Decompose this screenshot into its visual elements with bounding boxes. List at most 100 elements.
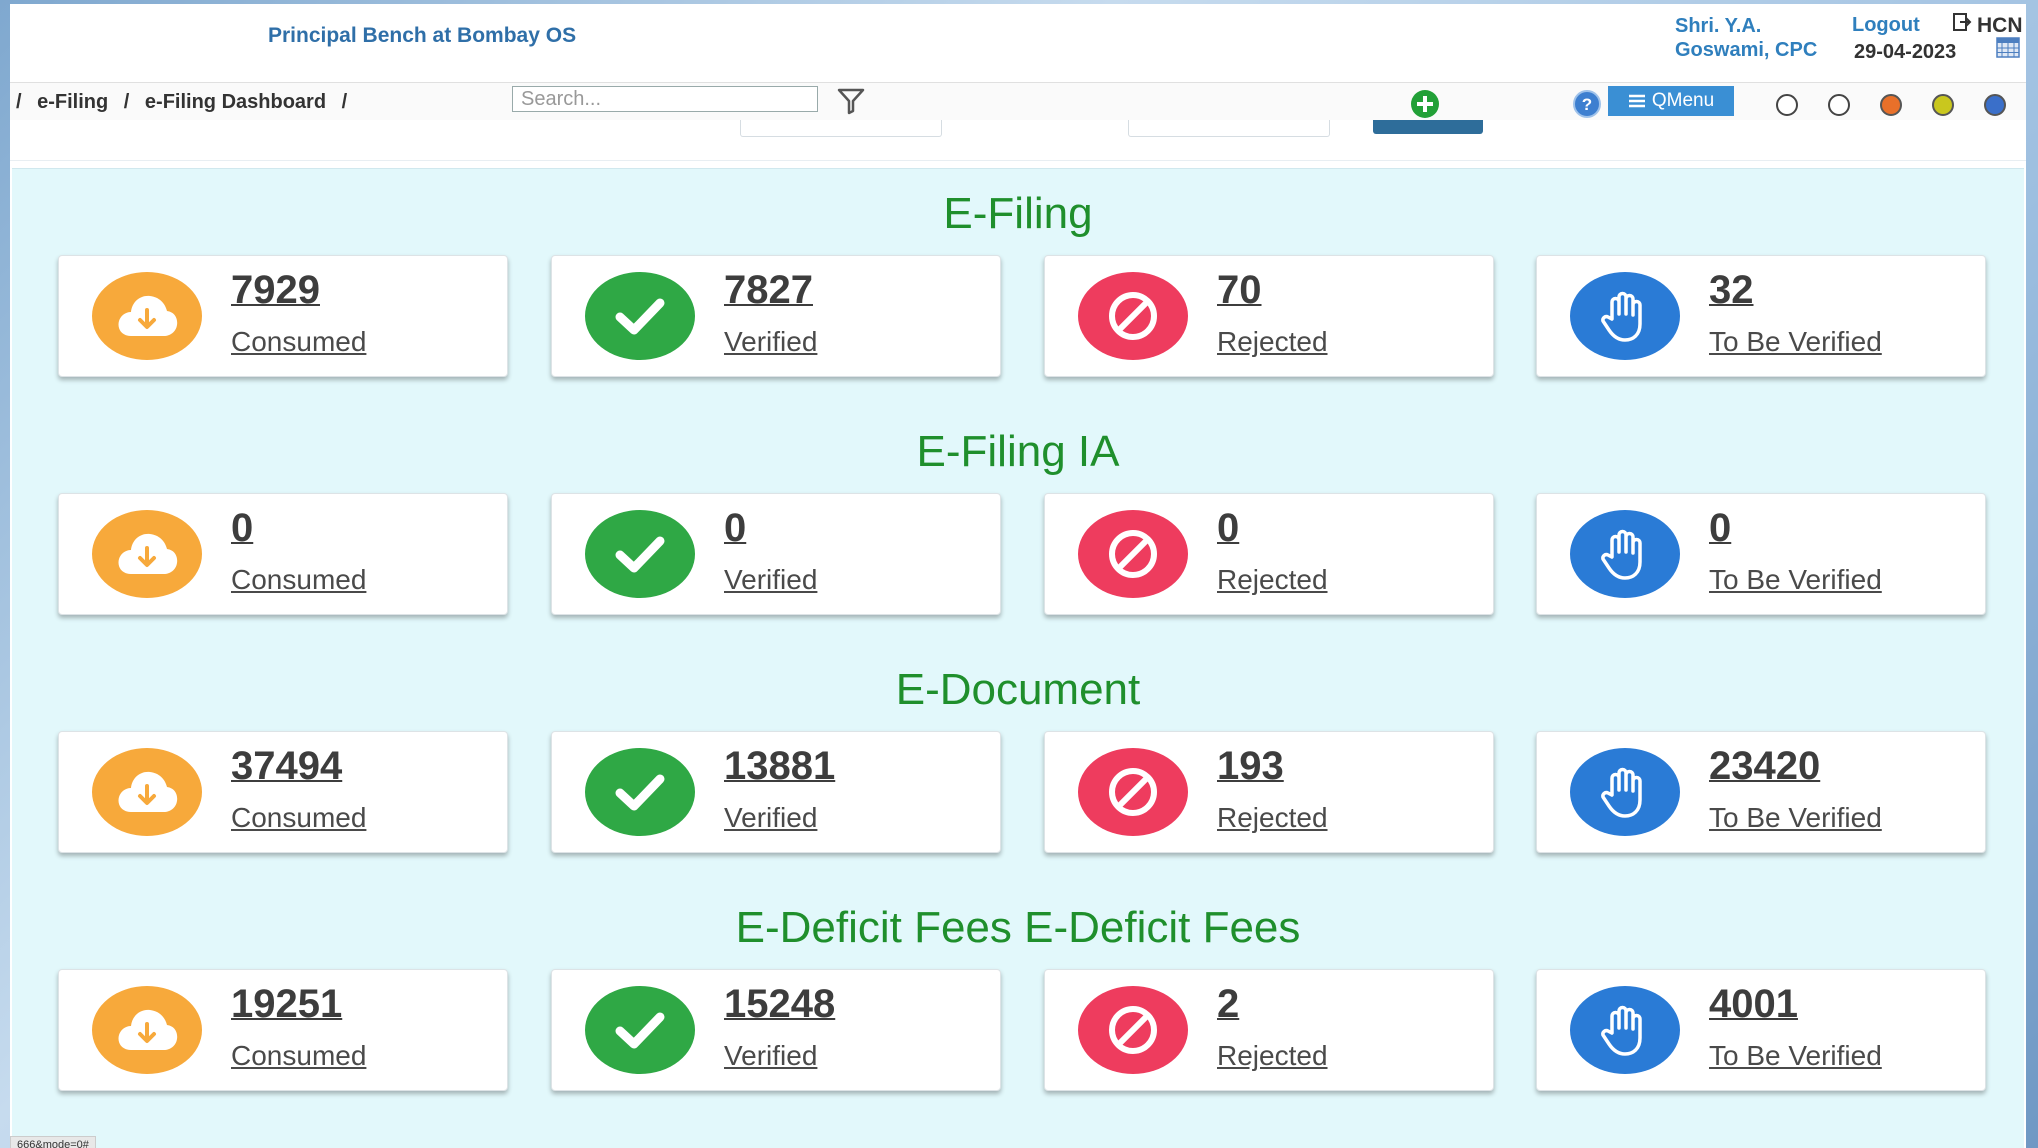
breadcrumb-separator: /	[16, 91, 22, 113]
stat-card-rejected[interactable]: 2 Rejected	[1044, 969, 1494, 1091]
ban-icon	[1078, 272, 1188, 360]
stat-label-link[interactable]: Consumed	[231, 802, 366, 834]
stat-count-link[interactable]: 0	[1709, 506, 1731, 551]
stat-count-link[interactable]: 193	[1217, 744, 1284, 789]
stat-count-link[interactable]: 7929	[231, 268, 320, 313]
cloud-download-icon	[92, 510, 202, 598]
calendar-icon[interactable]	[1996, 36, 2020, 58]
stat-card-verified[interactable]: 15248 Verified	[551, 969, 1001, 1091]
stat-label-link[interactable]: To Be Verified	[1709, 326, 1882, 358]
court-title: Principal Bench at Bombay OS	[268, 24, 577, 47]
stat-card-rejected[interactable]: 70 Rejected	[1044, 255, 1494, 377]
stat-count-link[interactable]: 7827	[724, 268, 813, 313]
stat-label-link[interactable]: To Be Verified	[1709, 564, 1882, 596]
stat-label-link[interactable]: Consumed	[231, 326, 366, 358]
stat-count-link[interactable]: 19251	[231, 982, 342, 1027]
stat-count-link[interactable]: 0	[231, 506, 253, 551]
breadcrumb: / e-Filing / e-Filing Dashboard /	[16, 91, 357, 114]
check-icon	[585, 272, 695, 360]
stat-card-consumed[interactable]: 37494 Consumed	[58, 731, 508, 853]
logout-icon[interactable]	[1952, 12, 1972, 32]
stat-label-link[interactable]: Verified	[724, 802, 817, 834]
stat-count-link[interactable]: 70	[1217, 268, 1262, 313]
stat-card-rejected[interactable]: 0 Rejected	[1044, 493, 1494, 615]
stat-label-link[interactable]: Verified	[724, 326, 817, 358]
stat-card-verified[interactable]: 7827 Verified	[551, 255, 1001, 377]
stat-count-link[interactable]: 13881	[724, 744, 835, 789]
stat-card-to-be-verified[interactable]: 4001 To Be Verified	[1536, 969, 1986, 1091]
hand-icon	[1570, 748, 1680, 836]
theme-option-blue[interactable]	[1984, 94, 2006, 116]
cloud-download-icon	[92, 272, 202, 360]
section-title: E-Filing IA	[916, 427, 1120, 476]
check-icon	[585, 748, 695, 836]
stat-card-consumed[interactable]: 0 Consumed	[58, 493, 508, 615]
stat-label-link[interactable]: To Be Verified	[1709, 802, 1882, 834]
filter-field-2[interactable]	[1128, 120, 1330, 137]
stat-label-link[interactable]: Rejected	[1217, 326, 1328, 358]
filter-field-1[interactable]	[740, 120, 942, 137]
stat-count-link[interactable]: 23420	[1709, 744, 1820, 789]
stat-label-link[interactable]: Consumed	[231, 1040, 366, 1072]
section-title: E-Deficit Fees E-Deficit Fees	[735, 903, 1301, 952]
ban-icon	[1078, 748, 1188, 836]
cloud-download-icon	[92, 748, 202, 836]
breadcrumb-separator: /	[341, 91, 348, 113]
stat-count-link[interactable]: 0	[1217, 506, 1239, 551]
menu-icon	[1628, 94, 1645, 108]
theme-option-white[interactable]	[1776, 94, 1798, 116]
court-code: HCN	[1977, 14, 2023, 37]
breadcrumb-efiling[interactable]: e-Filing	[37, 91, 108, 113]
check-icon	[585, 510, 695, 598]
stat-card-verified[interactable]: 0 Verified	[551, 493, 1001, 615]
check-icon	[585, 986, 695, 1074]
filter-controls-row	[10, 120, 2026, 161]
header-bar: Principal Bench at Bombay OS Shri. Y.A. …	[10, 4, 2026, 82]
breadcrumb-efiling-dashboard[interactable]: e-Filing Dashboard	[145, 91, 326, 113]
stat-label-link[interactable]: To Be Verified	[1709, 1040, 1882, 1072]
user-name-line1: Shri. Y.A.	[1675, 15, 1762, 37]
section-title: E-Filing	[943, 189, 1093, 238]
qmenu-label: QMenu	[1651, 90, 1715, 111]
nav-bar: / e-Filing / e-Filing Dashboard / ? QMen…	[10, 82, 2026, 122]
stat-count-link[interactable]: 32	[1709, 268, 1754, 313]
stat-label-link[interactable]: Verified	[724, 564, 817, 596]
qmenu-button[interactable]: QMenu	[1608, 86, 1734, 116]
stat-label-link[interactable]: Rejected	[1217, 564, 1328, 596]
filter-icon[interactable]	[836, 87, 866, 115]
stat-card-consumed[interactable]: 19251 Consumed	[58, 969, 508, 1091]
help-icon[interactable]: ?	[1572, 89, 1602, 119]
browser-screen: Principal Bench at Bombay OS Shri. Y.A. …	[10, 4, 2026, 1148]
add-icon[interactable]	[1410, 89, 1440, 119]
stat-count-link[interactable]: 15248	[724, 982, 835, 1027]
user-name[interactable]: Shri. Y.A. Goswami, CPC	[1675, 14, 1865, 62]
ban-icon	[1078, 986, 1188, 1074]
hand-icon	[1570, 272, 1680, 360]
stat-label-link[interactable]: Consumed	[231, 564, 366, 596]
section-title: E-Document	[895, 665, 1141, 714]
stat-card-rejected[interactable]: 193 Rejected	[1044, 731, 1494, 853]
current-date: 29-04-2023	[1854, 41, 1957, 63]
stat-card-consumed[interactable]: 7929 Consumed	[58, 255, 508, 377]
stat-card-verified[interactable]: 13881 Verified	[551, 731, 1001, 853]
search-input[interactable]	[512, 86, 818, 112]
breadcrumb-separator: /	[123, 91, 130, 113]
stat-label-link[interactable]: Rejected	[1217, 802, 1328, 834]
stat-card-to-be-verified[interactable]: 23420 To Be Verified	[1536, 731, 1986, 853]
stat-count-link[interactable]: 4001	[1709, 982, 1798, 1027]
stat-card-to-be-verified[interactable]: 32 To Be Verified	[1536, 255, 1986, 377]
filter-submit-button[interactable]	[1373, 120, 1483, 134]
hand-icon	[1570, 510, 1680, 598]
theme-option-white-alt[interactable]	[1828, 94, 1850, 116]
stat-count-link[interactable]: 0	[724, 506, 746, 551]
logout-link[interactable]: Logout	[1852, 14, 1920, 37]
stat-card-to-be-verified[interactable]: 0 To Be Verified	[1536, 493, 1986, 615]
theme-option-yellow[interactable]	[1932, 94, 1954, 116]
theme-option-orange[interactable]	[1880, 94, 1902, 116]
stat-label-link[interactable]: Rejected	[1217, 1040, 1328, 1072]
stat-label-link[interactable]: Verified	[724, 1040, 817, 1072]
stat-count-link[interactable]: 37494	[231, 744, 342, 789]
status-bar-url: 666&mode=0#	[10, 1136, 96, 1148]
stat-count-link[interactable]: 2	[1217, 982, 1239, 1027]
svg-text:?: ?	[1582, 95, 1592, 114]
